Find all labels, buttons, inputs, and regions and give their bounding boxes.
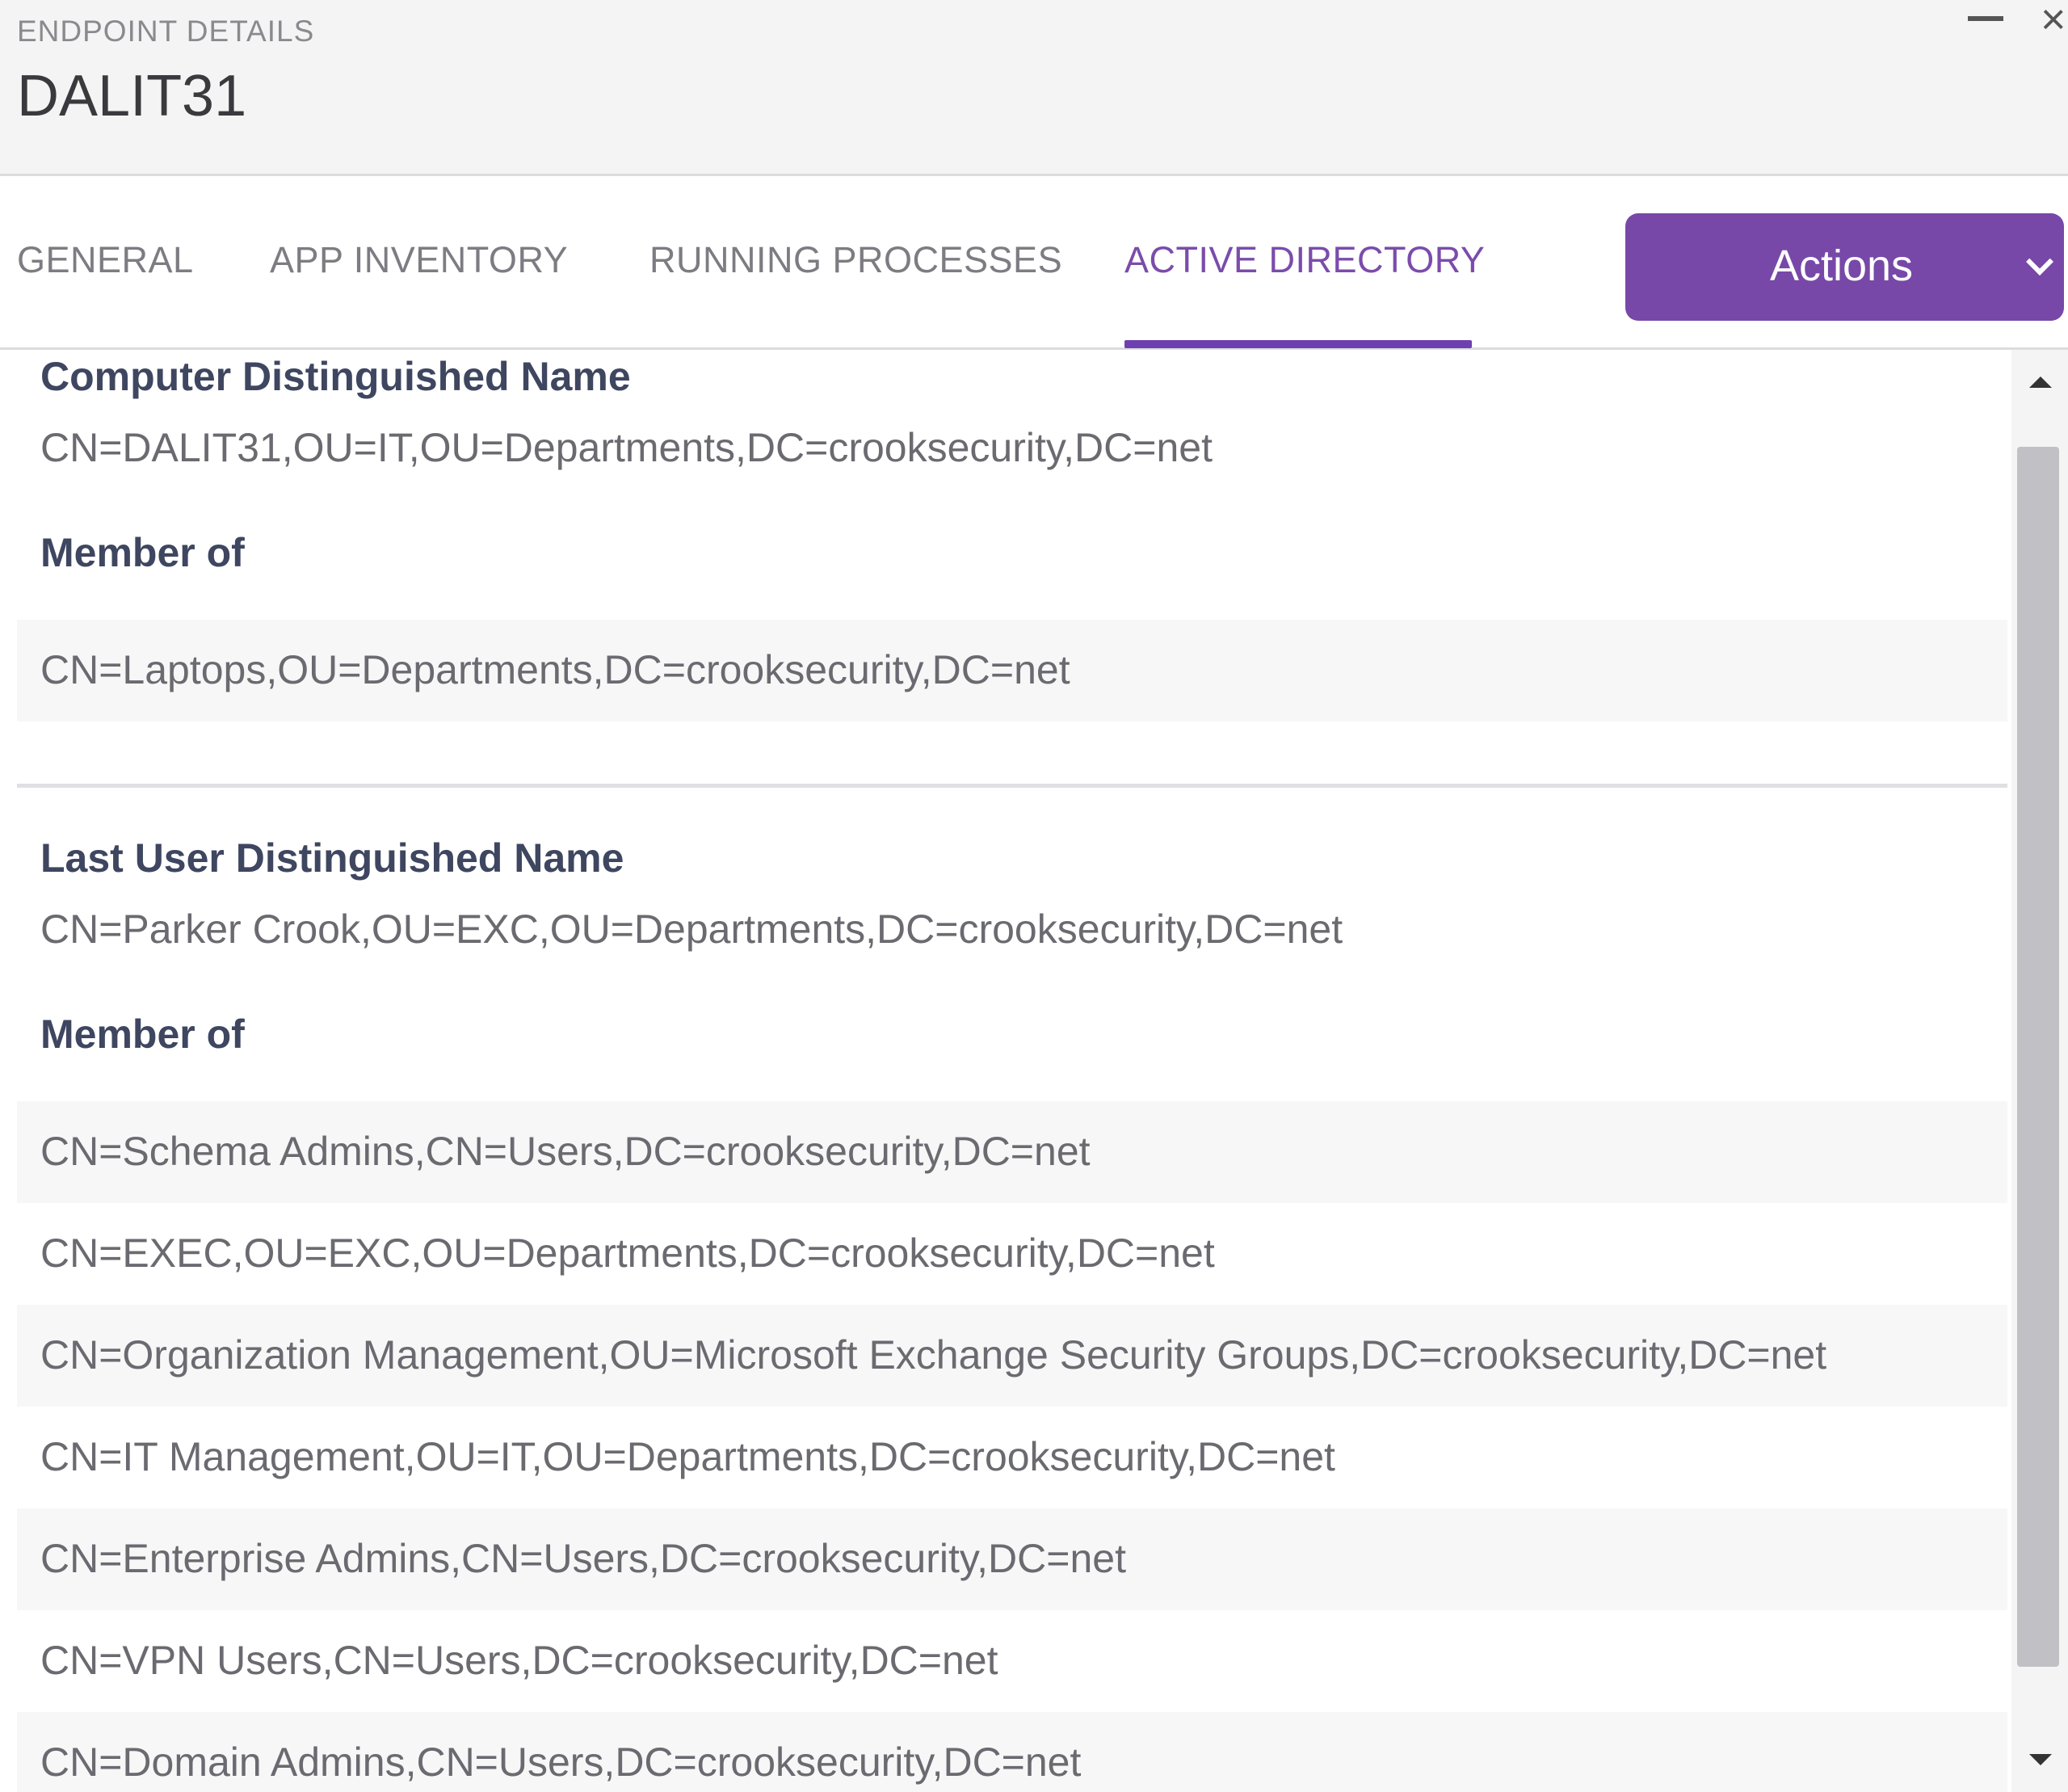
user-group-name: CN=Organization Management,OU=Microsoft … [40,1332,1827,1378]
scroll-down-arrow-icon[interactable] [2029,1754,2052,1765]
page-title: DALIT31 [17,64,247,128]
panel-eyebrow: ENDPOINT DETAILS [17,15,315,48]
actions-button[interactable]: Actions [1625,213,2064,321]
list-item: CN=Enterprise Admins,CN=Users,DC=crookse… [17,1508,2007,1610]
computer-group-name: CN=Laptops,OU=Departments,DC=crooksecuri… [40,647,1070,692]
tab-general[interactable]: GENERAL [17,239,194,281]
panel-header: ENDPOINT DETAILS DALIT31 × [0,0,2068,176]
tab-active-directory[interactable]: ACTIVE DIRECTORY [1124,239,1485,281]
list-item: CN=Laptops,OU=Departments,DC=crooksecuri… [17,620,2007,721]
section-divider [17,784,2007,788]
computer-dn-value: CN=DALIT31,OU=IT,OU=Departments,DC=crook… [40,425,1213,470]
user-group-name: CN=Enterprise Admins,CN=Users,DC=crookse… [40,1536,1126,1581]
tab-bar: GENERAL APP INVENTORY RUNNING PROCESSES … [0,176,2068,350]
active-tab-indicator [1124,340,1472,348]
user-group-name: CN=VPN Users,CN=Users,DC=crooksecurity,D… [40,1638,998,1683]
list-item: CN=EXEC,OU=EXC,OU=Departments,DC=crookse… [17,1203,2007,1305]
actions-button-label: Actions [1769,242,1914,290]
tab-app-inventory[interactable]: APP INVENTORY [270,239,568,281]
list-item: CN=IT Management,OU=IT,OU=Departments,DC… [17,1407,2007,1508]
list-item: CN=Domain Admins,CN=Users,DC=crooksecuri… [17,1712,2007,1792]
list-item: CN=VPN Users,CN=Users,DC=crooksecurity,D… [17,1610,2007,1712]
close-icon[interactable]: × [2041,0,2068,44]
user-dn-value: CN=Parker Crook,OU=EXC,OU=Departments,DC… [40,907,1343,952]
list-item: CN=Organization Management,OU=Microsoft … [17,1305,2007,1407]
scrollbar-thumb[interactable] [2017,447,2059,1667]
user-group-name: CN=Domain Admins,CN=Users,DC=crooksecuri… [40,1739,1082,1785]
minimize-icon[interactable] [1968,16,2003,21]
user-group-name: CN=IT Management,OU=IT,OU=Departments,DC… [40,1434,1335,1479]
user-group-name: CN=Schema Admins,CN=Users,DC=crooksecuri… [40,1129,1091,1174]
user-group-name: CN=EXEC,OU=EXC,OU=Departments,DC=crookse… [40,1230,1215,1276]
computer-dn-label: Computer Distinguished Name [40,354,631,399]
active-directory-content: Computer Distinguished Name CN=DALIT31,O… [0,350,2011,1792]
vertical-scrollbar[interactable] [2011,350,2068,1792]
user-dn-label: Last User Distinguished Name [40,835,624,881]
scroll-up-arrow-icon[interactable] [2029,376,2052,388]
list-item: CN=Schema Admins,CN=Users,DC=crooksecuri… [17,1101,2007,1203]
computer-member-of-label: Member of [40,530,245,575]
tab-running-processes[interactable]: RUNNING PROCESSES [649,239,1062,281]
user-member-of-label: Member of [40,1012,245,1057]
